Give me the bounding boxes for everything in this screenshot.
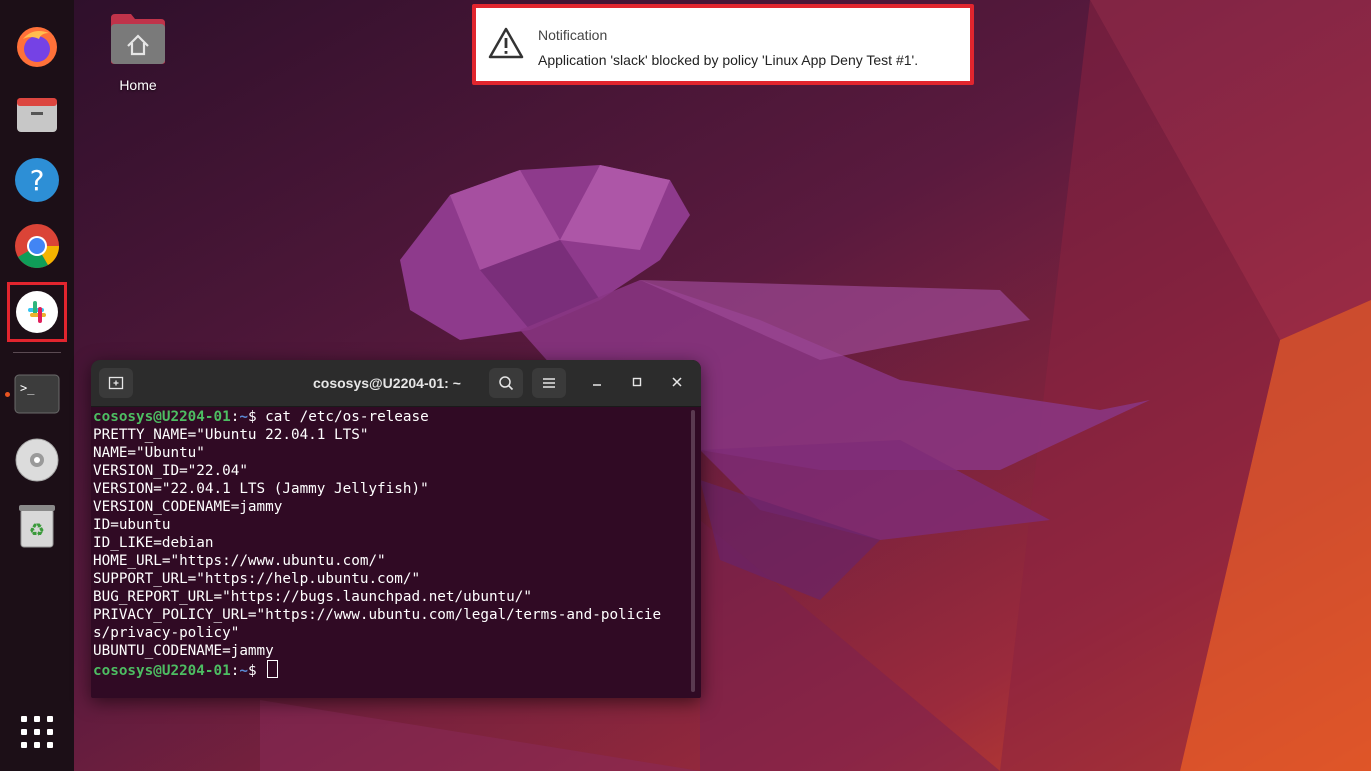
- output-line: NAME="Ubuntu": [93, 445, 205, 461]
- prompt-symbol: $: [247, 409, 266, 425]
- firefox-icon: [17, 27, 57, 67]
- dock: ? >_ ♻: [0, 0, 74, 771]
- terminal-title: cososys@U2204-01: ~: [313, 375, 461, 391]
- prompt-user: cososys@U2204-01: [93, 663, 231, 679]
- svg-text:♻: ♻: [29, 520, 45, 541]
- disc-icon: [15, 438, 59, 482]
- notification-banner[interactable]: Notification Application 'slack' blocked…: [472, 4, 974, 85]
- trash-icon: ♻: [19, 505, 55, 548]
- dock-separator: [13, 352, 61, 353]
- close-button[interactable]: [668, 374, 686, 392]
- files-icon: [17, 98, 57, 132]
- search-button[interactable]: [489, 368, 523, 398]
- desktop-home[interactable]: Home: [105, 12, 171, 93]
- notification-message: Application 'slack' blocked by policy 'L…: [538, 52, 919, 68]
- prompt-symbol: $: [247, 663, 266, 679]
- prompt-path: ~: [239, 409, 248, 425]
- terminal-output[interactable]: cososys@U2204-01:~$ cat /etc/os-release P…: [93, 408, 689, 694]
- output-line: ID_LIKE=debian: [93, 535, 214, 551]
- dock-item-show-apps[interactable]: [7, 702, 67, 762]
- slack-icon: [16, 291, 58, 333]
- output-line: BUG_REPORT_URL="https://bugs.launchpad.n…: [93, 589, 532, 605]
- dock-item-slack[interactable]: [7, 282, 67, 342]
- dock-item-terminal[interactable]: >_: [7, 364, 67, 424]
- output-line: VERSION_CODENAME=jammy: [93, 499, 283, 515]
- prompt-user: cososys@U2204-01: [93, 409, 231, 425]
- warning-icon: [488, 27, 524, 59]
- help-icon: ?: [15, 158, 59, 202]
- home-label: Home: [119, 77, 157, 93]
- terminal-icon: >_: [14, 374, 60, 414]
- output-line: s/privacy-policy": [93, 625, 240, 641]
- output-line: UBUNTU_CODENAME=jammy: [93, 643, 274, 659]
- new-tab-button[interactable]: [99, 368, 133, 398]
- dock-item-trash[interactable]: ♻: [7, 496, 67, 556]
- svg-text:?: ?: [30, 164, 45, 197]
- prompt-line: cososys@U2204-01:~$: [93, 660, 689, 680]
- terminal-window[interactable]: cososys@U2204-01: ~ cososys@U2204-01:~$ …: [91, 360, 701, 698]
- new-tab-icon: [108, 376, 124, 390]
- output-line: PRETTY_NAME="Ubuntu 22.04.1 LTS": [93, 427, 369, 443]
- output-line: VERSION="22.04.1 LTS (Jammy Jellyfish)": [93, 481, 429, 497]
- dock-item-files[interactable]: [7, 84, 67, 144]
- search-icon: [499, 376, 514, 391]
- output-line: PRIVACY_POLICY_URL="https://www.ubuntu.c…: [93, 607, 662, 623]
- dock-item-firefox[interactable]: [7, 17, 67, 77]
- output-line: ID=ubuntu: [93, 517, 171, 533]
- maximize-button[interactable]: [628, 374, 646, 392]
- notification-title: Notification: [538, 27, 608, 43]
- terminal-scrollbar[interactable]: [691, 410, 695, 692]
- command-text: cat /etc/os-release: [265, 409, 429, 425]
- minimize-icon: [593, 384, 601, 386]
- terminal-headerbar[interactable]: cososys@U2204-01: ~: [91, 360, 701, 407]
- app-grid-icon: [21, 716, 53, 748]
- chrome-icon: [15, 224, 59, 268]
- home-folder-icon: [111, 14, 165, 64]
- close-icon: [672, 377, 682, 387]
- output-line: VERSION_ID="22.04": [93, 463, 248, 479]
- dock-item-chrome[interactable]: [7, 216, 67, 276]
- text-cursor: [267, 660, 279, 678]
- prompt-path: ~: [239, 663, 248, 679]
- dock-item-help[interactable]: ?: [7, 150, 67, 210]
- command-line: cososys@U2204-01:~$ cat /etc/os-release: [93, 408, 689, 426]
- hamburger-menu-icon: [543, 378, 555, 388]
- maximize-icon: [632, 377, 642, 387]
- output-line: HOME_URL="https://www.ubuntu.com/": [93, 553, 386, 569]
- svg-text:>_: >_: [20, 381, 35, 395]
- output-line: SUPPORT_URL="https://help.ubuntu.com/": [93, 571, 421, 587]
- menu-button[interactable]: [532, 368, 566, 398]
- dock-item-disc[interactable]: [7, 430, 67, 490]
- minimize-button[interactable]: [588, 374, 606, 392]
